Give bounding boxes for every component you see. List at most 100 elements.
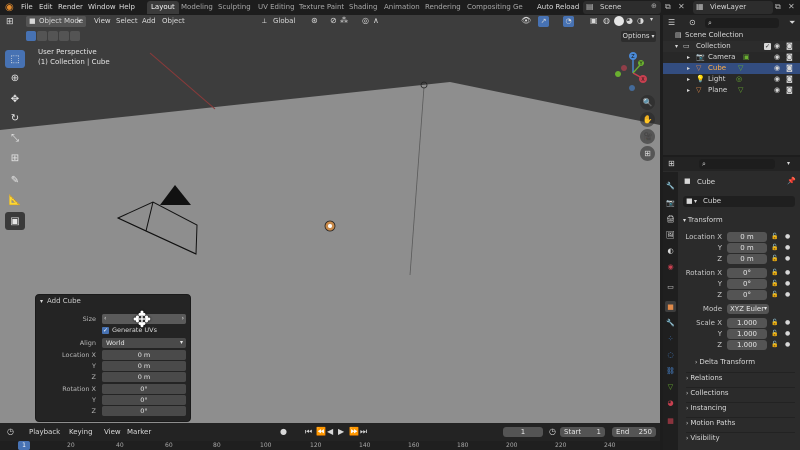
collections-section[interactable]: › Collections xyxy=(686,387,795,398)
pin-icon[interactable]: ⊕ xyxy=(651,2,657,10)
gizmo-toggle-icon[interactable]: ↗ xyxy=(538,16,549,27)
delete-scene-icon[interactable]: ✕ xyxy=(678,2,685,11)
checkbox-icon[interactable]: ✓ xyxy=(764,43,771,50)
menu-window[interactable]: Window xyxy=(88,2,116,13)
tab-texture-paint[interactable]: Texture Paint xyxy=(295,1,348,14)
align-dropdown[interactable]: World ▾ xyxy=(102,338,186,348)
lock-icon[interactable]: 🔓 xyxy=(771,280,778,287)
keyframe-dot-icon[interactable]: ● xyxy=(785,291,790,298)
menu-add[interactable]: Add xyxy=(142,16,156,27)
chevron-down-icon[interactable]: ▾ xyxy=(787,160,790,167)
render-tab-icon[interactable]: 📷 xyxy=(665,197,676,208)
rendered-shading-icon[interactable]: ◑ xyxy=(637,16,644,25)
modifier-tab-icon[interactable]: 🔧 xyxy=(665,317,676,328)
navigation-gizmo[interactable]: Z X Y xyxy=(610,50,656,96)
keyframe-dot-icon[interactable]: ● xyxy=(785,255,790,262)
eye-icon[interactable]: ◉ xyxy=(774,74,780,85)
snap-icon[interactable]: ⊘ xyxy=(330,16,337,25)
new-scene-icon[interactable]: ⧉ xyxy=(665,2,671,12)
rotation-x-field[interactable]: 0° xyxy=(727,268,767,278)
options-dropdown[interactable]: Options ▾ xyxy=(621,31,656,42)
chevron-left-icon[interactable]: ‹ xyxy=(104,314,106,324)
lock-icon[interactable]: 🔓 xyxy=(771,244,778,251)
material-tab-icon[interactable]: ◕ xyxy=(665,397,676,408)
new-view-layer-icon[interactable]: ⧉ xyxy=(775,2,781,12)
eye-icon[interactable]: ◉ xyxy=(774,63,780,74)
visibility-section[interactable]: › Visibility xyxy=(686,432,795,443)
jump-start-icon[interactable]: ⏮ xyxy=(305,427,312,437)
display-mode-icon[interactable]: ⊙ xyxy=(689,18,696,27)
tab-layout[interactable]: Layout xyxy=(147,1,179,14)
keyframe-dot-icon[interactable]: ● xyxy=(785,330,790,337)
outliner-item-cube[interactable]: ▸ ▽ Cube ▽ ◉ ◙ xyxy=(663,63,800,74)
delta-transform-section[interactable]: › Delta Transform xyxy=(695,357,795,368)
eye-icon[interactable]: ◉ xyxy=(774,85,780,96)
snap-target-icon[interactable]: ⁂ xyxy=(340,16,348,25)
eye-icon[interactable]: ◉ xyxy=(774,52,780,63)
collapse-icon[interactable]: ▾ xyxy=(40,298,43,305)
scale-x-field[interactable]: 1.000 xyxy=(727,318,767,328)
select-subtract-icon[interactable] xyxy=(48,31,58,41)
record-icon[interactable]: ● xyxy=(280,427,287,436)
texture-tab-icon[interactable]: ▦ xyxy=(665,415,676,426)
tool-annotate[interactable]: ✎ xyxy=(5,171,25,189)
xray-icon[interactable]: ▣ xyxy=(590,16,598,25)
eye-icon[interactable]: ◉ xyxy=(774,41,780,52)
tool-move[interactable]: ✥ xyxy=(5,90,25,108)
scene-selector[interactable]: ▤ Scene ⊕ xyxy=(583,1,661,14)
tab-rendering[interactable]: Rendering xyxy=(421,1,465,14)
location-x-field[interactable]: 0 m xyxy=(102,350,186,360)
jump-end-icon[interactable]: ⏭ xyxy=(360,427,367,437)
rotation-z-field[interactable]: 0° xyxy=(727,290,767,300)
menu-object[interactable]: Object xyxy=(162,16,185,27)
tool-scale[interactable]: ⤡ xyxy=(5,129,25,147)
menu-select[interactable]: Select xyxy=(116,16,138,27)
select-invert-icon[interactable] xyxy=(59,31,69,41)
tool-measure[interactable]: 📐 xyxy=(5,191,25,209)
keyframe-dot-icon[interactable]: ● xyxy=(785,269,790,276)
tab-uv-editing[interactable]: UV Editing xyxy=(254,1,299,14)
auto-reload-button[interactable]: Auto Reload xyxy=(537,2,579,13)
pivot-icon[interactable]: ⊛ xyxy=(311,16,318,25)
visibility-icon[interactable]: 👁 xyxy=(521,16,531,25)
lock-icon[interactable]: 🔓 xyxy=(771,319,778,326)
chevron-right-icon[interactable]: ▸ xyxy=(687,85,690,96)
properties-editor-icon[interactable]: ⊞ xyxy=(668,159,675,168)
pin-icon[interactable]: 📌 xyxy=(787,177,796,185)
camera-render-icon[interactable]: ◙ xyxy=(786,74,793,85)
play-icon[interactable]: ▶ xyxy=(338,427,344,436)
start-frame-field[interactable]: Start 1 xyxy=(560,427,605,437)
select-extend-icon[interactable] xyxy=(37,31,47,41)
select-intersect-icon[interactable] xyxy=(70,31,80,41)
outliner-item-camera[interactable]: ▸ 📷 Camera ▣ ◉ ◙ xyxy=(663,52,800,63)
menu-keying[interactable]: Keying xyxy=(69,427,93,438)
scale-z-field[interactable]: 1.000 xyxy=(727,340,767,350)
world-tab-icon[interactable]: ◉ xyxy=(665,261,676,272)
falloff-icon[interactable]: ∧ xyxy=(373,16,379,25)
tool-cursor[interactable]: ⊕ xyxy=(5,69,25,87)
location-z-field[interactable]: 0 m xyxy=(727,254,767,264)
pan-icon[interactable]: ✋ xyxy=(640,112,655,127)
shading-options-icon[interactable]: ▾ xyxy=(650,16,653,23)
rotation-x-field[interactable]: 0° xyxy=(102,384,186,394)
menu-help[interactable]: Help xyxy=(119,2,135,13)
location-x-field[interactable]: 0 m xyxy=(727,232,767,242)
blender-logo-icon[interactable]: ◉ xyxy=(5,2,16,13)
mode-selector[interactable]: ■ Object Mode ▾ xyxy=(26,16,86,27)
location-y-field[interactable]: 0 m xyxy=(102,361,186,371)
tab-sculpting[interactable]: Sculpting xyxy=(214,1,255,14)
clock-icon[interactable]: ◷ xyxy=(549,427,556,436)
relations-section[interactable]: › Relations xyxy=(686,372,795,383)
output-tab-icon[interactable]: 🖨 xyxy=(665,213,676,224)
collection-tab-icon[interactable]: ▭ xyxy=(665,281,676,292)
menu-render[interactable]: Render xyxy=(58,2,83,13)
camera-render-icon[interactable]: ◙ xyxy=(786,41,793,52)
solid-shading-icon[interactable] xyxy=(614,16,624,26)
location-y-field[interactable]: 0 m xyxy=(727,243,767,253)
jump-keyframe-back-icon[interactable]: ⏪ xyxy=(316,427,326,436)
ortho-toggle-icon[interactable]: ⊞ xyxy=(640,146,655,161)
lock-icon[interactable]: 🔓 xyxy=(771,269,778,276)
location-z-field[interactable]: 0 m xyxy=(102,372,186,382)
lock-icon[interactable]: 🔓 xyxy=(771,341,778,348)
play-reverse-icon[interactable]: ◀ xyxy=(327,427,333,436)
